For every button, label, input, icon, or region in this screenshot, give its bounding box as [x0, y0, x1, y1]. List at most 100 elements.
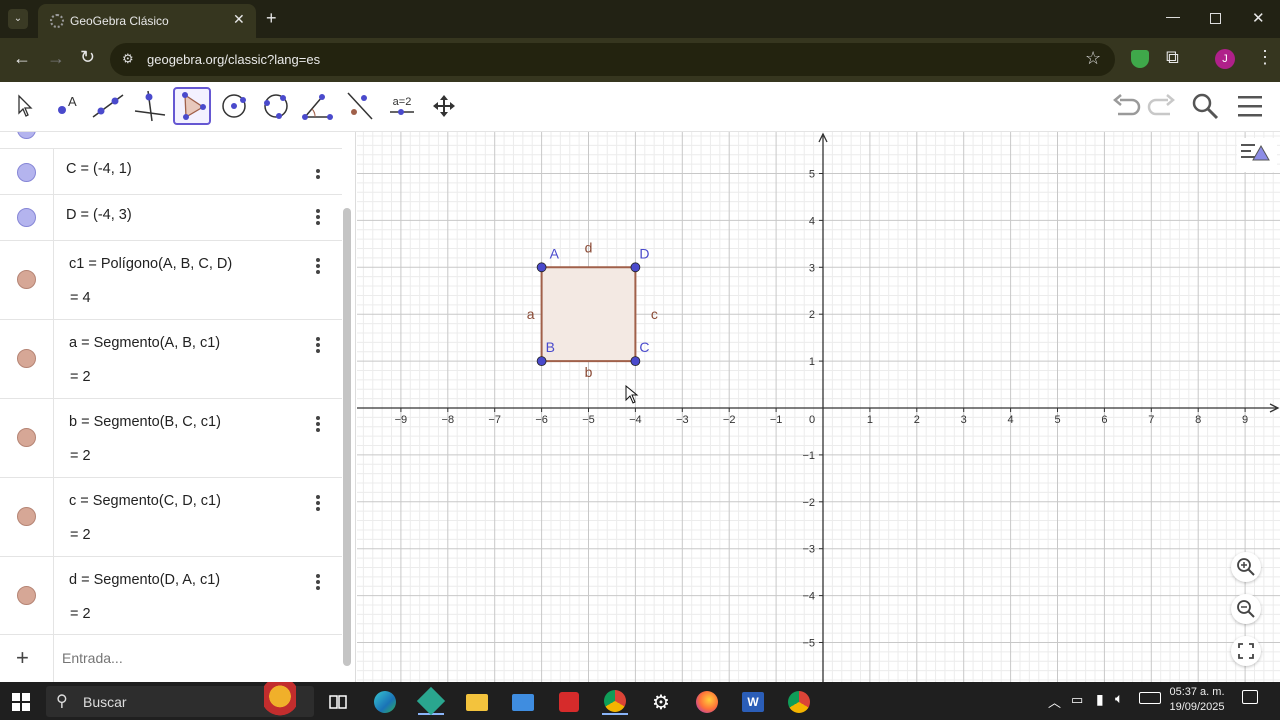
visibility-toggle[interactable]: [17, 208, 36, 227]
new-tab-button[interactable]: +: [266, 8, 277, 29]
zoom-out-button[interactable]: [1231, 594, 1261, 624]
redo-button[interactable]: [1146, 92, 1176, 125]
visibility-toggle[interactable]: [17, 428, 36, 447]
firefox-icon[interactable]: [694, 689, 720, 715]
line-tool[interactable]: [89, 87, 127, 125]
back-arrow-icon[interactable]: ←: [13, 48, 31, 69]
coordinate-plane[interactable]: −9 −8 −7 −6 −5 −4 −3 −2 −1 0 1 2 3 4 5 6 7 8 9 5 4 3 2 1 −1 −2 −3 −…: [357, 132, 1280, 682]
more-options-icon[interactable]: [316, 414, 322, 434]
algebra-definition[interactable]: c = Segmento(C, D, c1): [69, 493, 221, 509]
graphics-style-bar-button[interactable]: [1237, 138, 1277, 172]
taskbar-clock[interactable]: 05:37 a. m. 19/09/2025: [1166, 686, 1228, 713]
x-tick-label: −3: [676, 414, 689, 426]
close-window-button[interactable]: ✕: [1252, 9, 1265, 27]
algebra-definition[interactable]: c1 = Polígono(A, B, C, D): [69, 256, 232, 272]
point-A: [536, 262, 547, 273]
notifications-icon[interactable]: [1242, 690, 1258, 704]
polygon-tool[interactable]: [173, 87, 211, 125]
keyboard-icon[interactable]: [1139, 692, 1161, 704]
algebra-value: = 2: [70, 369, 91, 385]
y-tick-label: 5: [809, 169, 815, 181]
shield-extension-icon[interactable]: [1131, 50, 1149, 68]
bookmark-star-icon[interactable]: ☆: [1085, 48, 1101, 69]
perpendicular-tool[interactable]: [131, 87, 169, 125]
visibility-toggle[interactable]: [17, 163, 36, 182]
point-tool[interactable]: A: [47, 87, 85, 125]
algebra-row-D[interactable]: D = (-4, 3): [0, 195, 342, 241]
network-icon[interactable]: ▭: [1071, 692, 1083, 708]
algebra-definition[interactable]: b = Segmento(B, C, c1): [69, 414, 221, 430]
algebra-input-field[interactable]: [62, 647, 322, 669]
browser-tab[interactable]: GeoGebra Clásico ✕: [38, 4, 256, 38]
reload-icon[interactable]: ↻: [80, 47, 95, 68]
taskbar-search[interactable]: ⚲ Buscar: [46, 682, 314, 718]
x-tick-label: 6: [1101, 414, 1107, 426]
control-panel-icon[interactable]: [510, 689, 536, 715]
foxit-reader-icon[interactable]: [556, 689, 582, 715]
more-options-icon[interactable]: [316, 572, 322, 592]
chrome-icon[interactable]: [786, 689, 812, 715]
angle-tool[interactable]: [299, 87, 337, 125]
zoom-in-button[interactable]: [1231, 552, 1261, 582]
visibility-toggle[interactable]: [17, 270, 36, 289]
microphone-icon[interactable]: ▮: [1096, 691, 1104, 708]
polygon-icon: [182, 92, 206, 120]
algebra-definition[interactable]: D = (-4, 3): [66, 207, 132, 223]
main-menu-button[interactable]: [1236, 94, 1264, 123]
graphics-view[interactable]: −9 −8 −7 −6 −5 −4 −3 −2 −1 0 1 2 3 4 5 6 7 8 9 5 4 3 2 1 −1 −2 −3 −…: [357, 132, 1280, 682]
edge-browser-icon[interactable]: [372, 689, 398, 715]
forward-arrow-icon[interactable]: →: [47, 48, 65, 69]
cursor-arrow-icon: [18, 94, 33, 117]
extensions-puzzle-icon[interactable]: ⧉: [1166, 47, 1179, 68]
minimize-button[interactable]: —: [1166, 8, 1180, 24]
undo-button[interactable]: [1112, 92, 1142, 125]
show-hidden-icons-chevron[interactable]: ︿: [1048, 692, 1061, 711]
search-button[interactable]: [1190, 91, 1220, 126]
algebra-definition[interactable]: a = Segmento(A, B, c1): [69, 335, 220, 351]
restore-button[interactable]: [1210, 13, 1221, 24]
browser-menu-icon[interactable]: ⋮: [1256, 47, 1274, 68]
slider-tool[interactable]: a=2: [383, 87, 421, 125]
volume-icon[interactable]: 🔈︎: [1115, 690, 1123, 707]
add-item-icon[interactable]: +: [16, 645, 29, 671]
more-options-icon[interactable]: [316, 493, 322, 513]
algebra-input-row[interactable]: +: [0, 635, 342, 682]
circle-center-tool[interactable]: [215, 87, 253, 125]
more-options-icon[interactable]: [316, 256, 322, 276]
algebra-row-b[interactable]: b = Segmento(B, C, c1) = 2: [0, 399, 342, 478]
task-view-icon[interactable]: [325, 689, 351, 715]
more-options-icon[interactable]: [316, 207, 322, 227]
algebra-row-a[interactable]: a = Segmento(A, B, c1) = 2: [0, 320, 342, 399]
tab-close-icon[interactable]: ✕: [233, 11, 245, 28]
profile-avatar[interactable]: J: [1215, 49, 1235, 69]
chrome-profile-icon[interactable]: [602, 689, 628, 715]
more-options-icon[interactable]: [316, 335, 322, 355]
visibility-toggle[interactable]: [17, 507, 36, 526]
geogebra-app-icon[interactable]: [416, 686, 446, 716]
algebra-row-d[interactable]: d = Segmento(D, A, c1) = 2: [0, 557, 342, 635]
x-tick-label: −7: [488, 414, 501, 426]
omnibox[interactable]: ⚙ geogebra.org/classic?lang=es ☆: [110, 43, 1115, 76]
visibility-toggle[interactable]: [17, 349, 36, 368]
zoom-out-icon: [1237, 600, 1255, 618]
algebra-definition[interactable]: C = (-4, 1): [66, 161, 132, 177]
algebra-row-c[interactable]: c = Segmento(C, D, c1) = 2: [0, 478, 342, 557]
circle-center-icon: [222, 94, 246, 118]
algebra-definition[interactable]: d = Segmento(D, A, c1): [69, 572, 220, 588]
visibility-toggle[interactable]: [17, 586, 36, 605]
word-icon[interactable]: W: [740, 689, 766, 715]
circle-three-points-tool[interactable]: [257, 87, 295, 125]
algebra-scrollbar[interactable]: [343, 208, 351, 666]
file-explorer-icon[interactable]: [464, 689, 490, 715]
reflect-tool[interactable]: [341, 87, 379, 125]
fullscreen-button[interactable]: [1231, 636, 1261, 666]
more-options-icon[interactable]: [316, 167, 322, 181]
move-tool[interactable]: [5, 87, 43, 125]
algebra-row-C[interactable]: C = (-4, 1): [0, 149, 342, 195]
windows-start-button[interactable]: [12, 693, 30, 711]
site-settings-icon[interactable]: ⚙: [122, 51, 134, 67]
settings-gear-icon[interactable]: ⚙: [648, 689, 674, 715]
tab-search-button[interactable]: ⌄: [8, 9, 28, 29]
move-graphics-tool[interactable]: [425, 87, 463, 125]
algebra-row-c1[interactable]: c1 = Polígono(A, B, C, D) = 4: [0, 241, 342, 320]
